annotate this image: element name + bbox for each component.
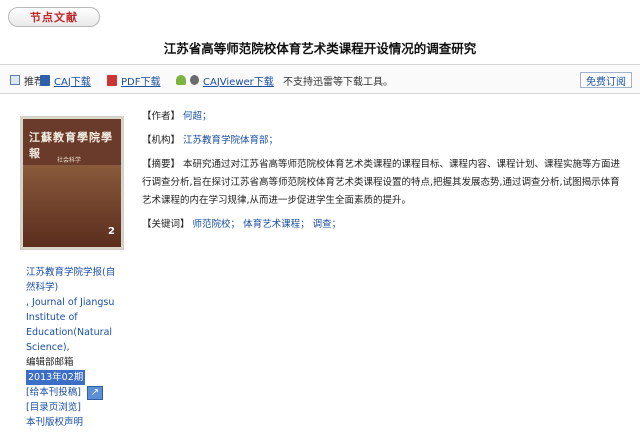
institution-field: 【机构】 江苏教育学院体育部； (142, 132, 624, 150)
submit-link[interactable]: [给本刊投稿] (26, 385, 81, 400)
journal-info: 江苏教育学院学报(自然科学) , Journal of Jiangsu Inst… (26, 265, 124, 430)
journal-cover[interactable]: 江蘇教育學院學報 社会科学 2 (20, 116, 124, 250)
caj-download-link[interactable]: CAJ下载 (40, 65, 91, 95)
toc-link[interactable]: [目录页浏览] (26, 400, 124, 415)
download-toolbar: 推荐 CAJ下载 PDF下载 CAJViewer下载 不支持迅雷等下载工具。 免… (0, 64, 640, 94)
caj-icon (40, 74, 50, 86)
cover-subtitle: 社会科学 (57, 157, 82, 164)
abstract-text: 本研究通过对江苏省高等师范院校体育艺术类课程的课程目标、课程内容、课程计划、课程… (142, 159, 621, 206)
recommend-button[interactable]: 推荐 (10, 65, 44, 95)
cajviewer-download-link[interactable]: CAJViewer下载 (176, 65, 274, 95)
abstract-field: 【摘要】 本研究通过对江苏省高等师范院校体育艺术类课程的课程目标、课程内容、课程… (142, 156, 624, 210)
copyright-link[interactable]: 本刊版权声明 (26, 415, 124, 430)
author-label: 【作者】 (142, 111, 181, 122)
pdf-download-label[interactable]: PDF下载 (121, 73, 160, 88)
institution-link[interactable]: 江苏教育学院体育部； (183, 135, 278, 146)
cover-issue-number: 2 (108, 226, 115, 237)
keyword-link[interactable]: 调查； (313, 219, 342, 230)
apple-icon (190, 75, 199, 85)
institution-label: 【机构】 (142, 135, 181, 146)
author-field: 【作者】 何超； (142, 108, 624, 126)
keyword-link[interactable]: 师范院校； (193, 219, 241, 230)
abstract-label: 【摘要】 (142, 159, 181, 170)
android-icon (176, 75, 186, 85)
page-title: 江苏省高等师范院校体育艺术类课程开设情况的调查研究 (163, 41, 477, 56)
keywords-label: 【关键词】 (142, 219, 190, 230)
subscribe-button[interactable]: 免费订阅 (580, 72, 632, 88)
download-notice-text: 不支持迅雷等下载工具。 (283, 76, 393, 88)
keywords-field: 【关键词】 师范院校； 体育艺术课程； 调查； (142, 216, 624, 234)
editor-office-text: 编辑部邮箱 (26, 357, 74, 368)
caj-download-label[interactable]: CAJ下载 (54, 73, 91, 88)
external-link-icon[interactable]: ↗ (86, 385, 103, 400)
pdf-download-link[interactable]: PDF下载 (107, 65, 160, 95)
cover-image: 江蘇教育學院學報 社会科学 2 (23, 119, 121, 247)
download-notice: 不支持迅雷等下载工具。 (283, 65, 393, 95)
journal-english-link[interactable]: , Journal of Jiangsu Institute of Educat… (26, 295, 124, 355)
cover-photo (23, 165, 121, 247)
author-link[interactable]: 何超； (183, 111, 212, 122)
journal-name-link[interactable]: 江苏教育学院学报(自然科学) (26, 265, 124, 295)
node-document-tab[interactable]: 节点文献 (8, 7, 100, 27)
cajviewer-download-label[interactable]: CAJViewer下载 (203, 73, 274, 88)
recommend-icon (10, 75, 20, 85)
keyword-link[interactable]: 体育艺术课程； (243, 219, 310, 230)
pdf-icon (107, 74, 117, 86)
article-details: 【作者】 何超； 【机构】 江苏教育学院体育部； 【摘要】 本研究通过对江苏省高… (142, 108, 624, 240)
issue-link[interactable]: 2013年02期 (26, 370, 86, 385)
top-strip: 节点文献 江苏省高等师范院校体育艺术类课程开设情况的调查研究 (0, 0, 640, 58)
submit-row: [给本刊投稿] ↗ (26, 385, 124, 400)
